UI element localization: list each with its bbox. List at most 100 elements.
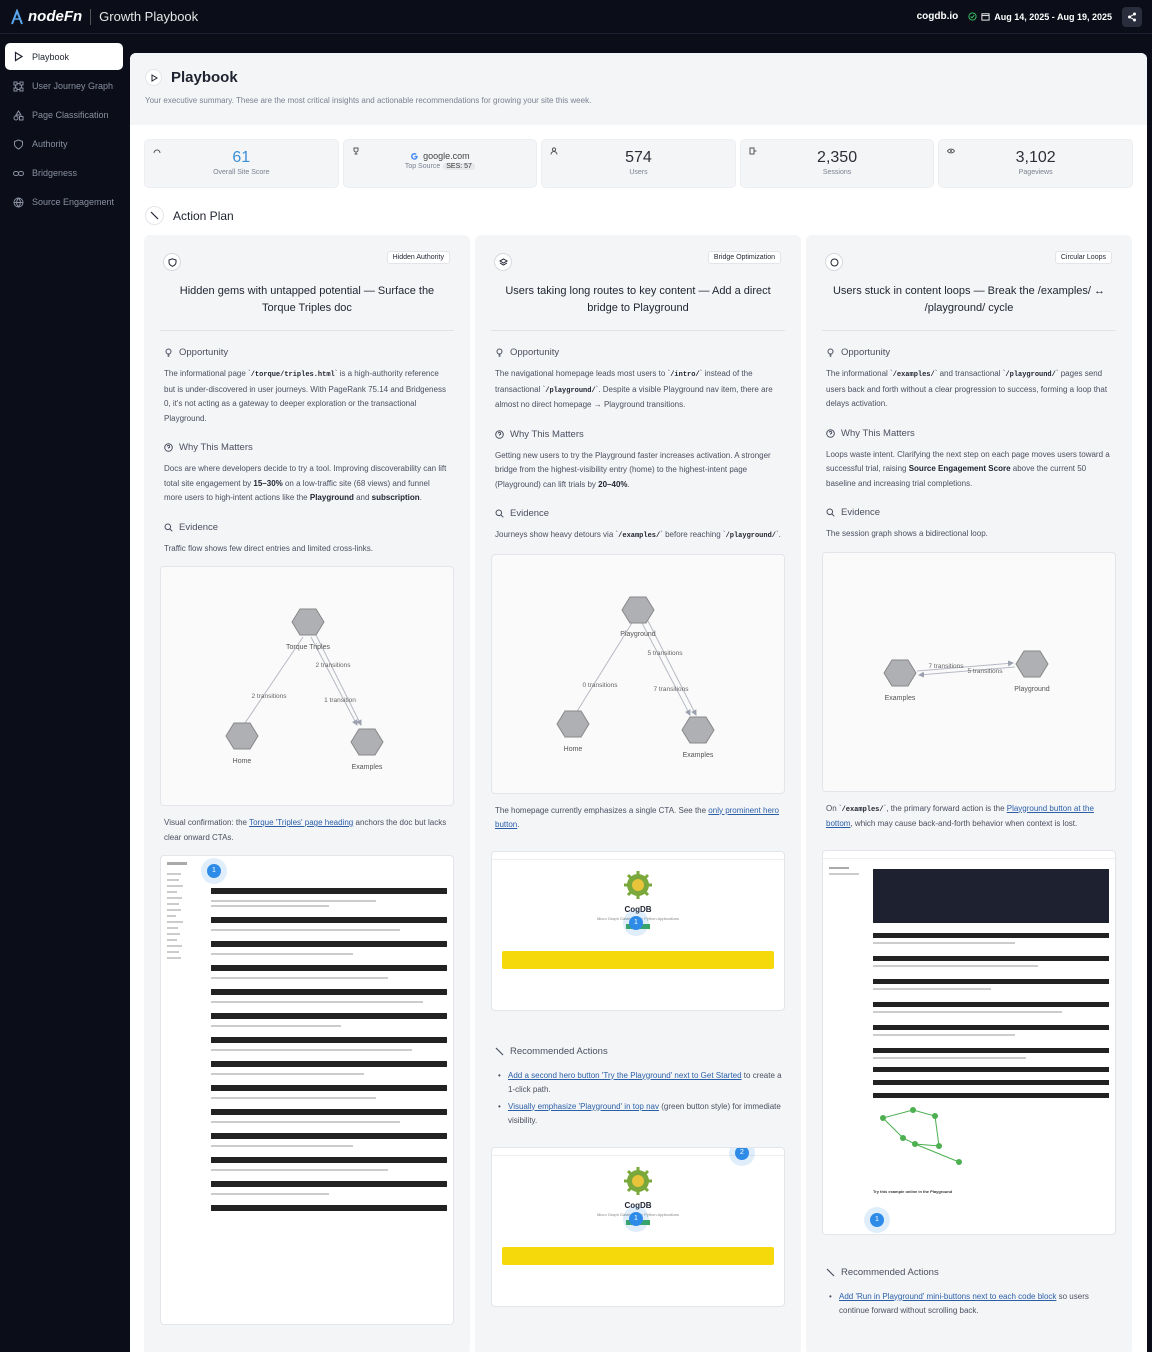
graph-node[interactable] xyxy=(291,608,325,636)
stat-label: Users xyxy=(629,169,648,176)
link-icon xyxy=(13,170,24,176)
help-circle-icon xyxy=(495,429,504,439)
search-icon xyxy=(164,523,173,532)
marker-1: 1 xyxy=(629,915,643,930)
edge-label: 1 transition xyxy=(324,697,356,704)
sidebar-item-authority[interactable]: Authority xyxy=(5,131,123,157)
card-title: Hidden gems with untapped potential — Su… xyxy=(179,285,435,314)
sidebar-item-label: Source Engagement xyxy=(32,197,115,207)
graph-node[interactable] xyxy=(621,596,655,623)
ses-badge: SES: 57 xyxy=(443,163,475,170)
examples-screenshot[interactable]: Try this example online in the Playgroun… xyxy=(822,849,1116,1235)
section-label: Opportunity xyxy=(179,347,229,358)
action-link[interactable]: Visually emphasize 'Playground' in top n… xyxy=(508,1102,659,1111)
divider xyxy=(822,330,1116,331)
node-label: Torque Triples xyxy=(286,644,330,651)
help-circle-icon xyxy=(164,443,173,452)
check-circle-icon xyxy=(968,12,977,21)
journey-graph: Playground Home Examples 5 transitions 0… xyxy=(491,553,785,794)
section-why: Why This Matters xyxy=(164,442,454,453)
logo-icon xyxy=(11,8,23,24)
action-card-bridge-optimization: Bridge Optimization Users taking long ro… xyxy=(475,235,801,1352)
section-label: Why This Matters xyxy=(510,428,584,440)
lightbulb-icon xyxy=(165,348,172,357)
sidebar-item-bridgeness[interactable]: Bridgeness xyxy=(5,160,123,186)
section-label: Opportunity xyxy=(510,347,560,358)
node-label: Playground xyxy=(620,631,656,638)
stat-value: 3,102 xyxy=(1015,149,1056,166)
evidence-text: The session graph shows a bidirectional … xyxy=(826,529,988,538)
opportunity-text: The navigational homepage leads most use… xyxy=(495,369,773,409)
shield-icon xyxy=(14,138,23,150)
play-icon xyxy=(14,51,24,62)
section-label: Evidence xyxy=(841,507,881,518)
help-circle-icon xyxy=(826,428,835,438)
card-tag: Circular Loops xyxy=(1054,251,1112,264)
shapes-icon xyxy=(13,109,24,120)
cogdb-title: CogDB xyxy=(624,1200,652,1210)
sidebar-item-label: User Journey Graph xyxy=(32,81,114,91)
domain-selector[interactable]: cogdb.io xyxy=(917,11,959,22)
action-link[interactable]: Add a second hero button 'Try the Playgr… xyxy=(508,1071,742,1080)
graph-node[interactable] xyxy=(681,716,715,743)
edge-label: 2 transitions xyxy=(251,693,287,700)
heading-link[interactable]: Torque 'Triples' page heading xyxy=(249,818,353,827)
date-range-picker[interactable]: Aug 14, 2025 - Aug 19, 2025 xyxy=(968,12,1112,22)
source-value: google.com xyxy=(423,151,470,161)
logo[interactable]: nodeFn xyxy=(10,8,82,25)
sidebar-item-label: Playbook xyxy=(32,51,70,62)
recommended-action: Add a second hero button 'Try the Playgr… xyxy=(491,1069,785,1098)
section-opportunity: Opportunity xyxy=(826,347,1116,358)
node-label: Playground xyxy=(1014,686,1050,693)
sidebar-item-page-classification[interactable]: Page Classification xyxy=(5,102,123,128)
evidence-text: Traffic flow shows few direct entries an… xyxy=(164,543,373,553)
docs-screenshot[interactable]: 1 xyxy=(160,855,454,1325)
google-icon xyxy=(411,152,418,160)
why-text: Getting new users to try the Playground … xyxy=(495,450,771,489)
graph-node[interactable] xyxy=(1015,650,1049,677)
share-button[interactable] xyxy=(1122,6,1142,27)
text: . xyxy=(517,820,520,829)
action-plan-title: Action Plan xyxy=(173,208,234,223)
stat-card-source: google.com Top Source SES: 57 xyxy=(342,139,538,188)
stat-label: Top Source SES: 57 xyxy=(344,163,537,170)
homepage-screenshot[interactable]: CogDB Micro Graph Database for Python Ap… xyxy=(491,850,785,1011)
shield-icon xyxy=(163,253,181,271)
visual-confirmation-text: On `/examples/`, the primary forward act… xyxy=(826,803,1094,829)
section-why: Why This Matters xyxy=(826,428,1116,439)
action-link[interactable]: Add 'Run in Playground' mini-buttons nex… xyxy=(839,1292,1056,1301)
graph-node[interactable] xyxy=(350,728,384,756)
action-cards: Hidden Authority Hidden gems with untapp… xyxy=(130,235,1147,1352)
cogdb-logo-icon xyxy=(624,1166,652,1195)
recommended-action: Visually emphasize 'Playground' in top n… xyxy=(491,1100,785,1129)
gauge-icon xyxy=(153,149,161,154)
homepage-screenshot-2[interactable]: CogDB Micro Graph Database for Python Ap… xyxy=(491,1146,785,1307)
calendar-icon xyxy=(981,13,990,21)
graph-node[interactable] xyxy=(225,722,259,750)
section-recommended: Recommended Actions xyxy=(495,1046,785,1057)
stats-row: 61 Overall Site Score google.com Top Sou… xyxy=(130,125,1147,188)
graph-node[interactable] xyxy=(556,710,590,737)
divider xyxy=(160,330,454,331)
sidebar-item-label: Page Classification xyxy=(32,110,109,120)
recommended-action: Add 'Run in Playground' mini-buttons nex… xyxy=(822,1290,1116,1319)
section-opportunity: Opportunity xyxy=(164,347,454,358)
stat-card-pageviews: 3,102 Pageviews xyxy=(938,139,1133,188)
edge-label: 0 transitions xyxy=(582,682,618,689)
lightbulb-icon xyxy=(496,348,503,357)
wand-icon xyxy=(495,1047,504,1055)
action-card-hidden-authority: Hidden Authority Hidden gems with untapp… xyxy=(144,235,470,1352)
sidebar-item-user-journey-graph[interactable]: User Journey Graph xyxy=(5,73,123,99)
section-label: Why This Matters xyxy=(841,427,915,439)
opportunity-text: The informational `/examples/` and trans… xyxy=(826,369,1108,408)
graph-node[interactable] xyxy=(883,659,917,686)
node-label: Home xyxy=(233,758,252,765)
source-label: Top Source xyxy=(404,163,441,170)
play-button[interactable] xyxy=(145,69,162,86)
sidebar-item-source-engagement[interactable]: Source Engagement xyxy=(5,189,123,215)
share-icon xyxy=(1128,12,1136,21)
stat-value: 574 xyxy=(625,149,652,166)
journey-graph: Examples Playground 7 transitions 5 tran… xyxy=(822,551,1116,792)
visual-confirmation-text: Visual confirmation: the Torque 'Triples… xyxy=(160,816,454,845)
sidebar-item-playbook[interactable]: Playbook xyxy=(5,43,123,70)
